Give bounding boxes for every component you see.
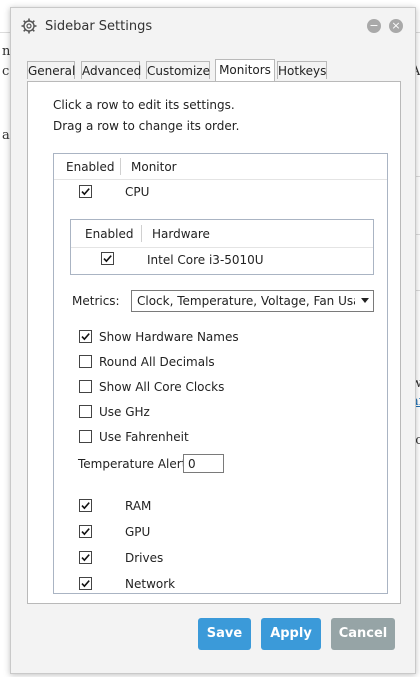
list-header: Enabled Monitor — [54, 154, 387, 180]
chevron-down-icon — [361, 298, 369, 303]
gpu-label: GPU — [125, 525, 151, 539]
option-label: Use GHz — [99, 405, 150, 419]
drives-label: Drives — [125, 551, 164, 565]
gear-icon — [21, 18, 37, 34]
monitor-list: Enabled Monitor CPU Enabled Hardware Int… — [53, 153, 388, 594]
ram-enabled-checkbox[interactable] — [79, 499, 92, 512]
tab-general[interactable]: General — [27, 61, 75, 79]
show-hardware-names-checkbox[interactable] — [79, 330, 92, 343]
hardware-table: Enabled Hardware Intel Core i3-5010U — [70, 219, 374, 275]
hardware-enabled-checkbox[interactable] — [101, 252, 114, 265]
minimize-button[interactable]: − — [367, 19, 381, 33]
column-separator — [141, 225, 142, 242]
dialog-title: Sidebar Settings — [45, 19, 153, 34]
use-ghz-checkbox[interactable] — [79, 405, 92, 418]
save-button[interactable]: Save — [198, 618, 251, 650]
metrics-dropdown[interactable]: Clock, Temperature, Voltage, Fan Usage, … — [131, 290, 374, 312]
network-label: Network — [125, 577, 176, 591]
option-label: Show Hardware Names — [99, 330, 239, 344]
option-label: Show All Core Clocks — [99, 380, 225, 394]
cpu-label: CPU — [125, 185, 150, 199]
temperature-alert-label: Temperature Alert — [78, 457, 187, 471]
option-label: Round All Decimals — [99, 355, 215, 369]
round-all-decimals-checkbox[interactable] — [79, 355, 92, 368]
bg-text: a — [2, 128, 10, 143]
cpu-enabled-checkbox[interactable] — [79, 185, 92, 198]
column-separator — [120, 158, 121, 175]
checkmark-icon — [81, 580, 90, 588]
drives-enabled-checkbox[interactable] — [79, 551, 92, 564]
tab-monitors[interactable]: Monitors — [215, 59, 275, 81]
checkmark-icon — [81, 188, 90, 196]
metrics-label: Metrics: — [72, 294, 120, 308]
use-fahrenheit-checkbox[interactable] — [79, 430, 92, 443]
temperature-alert-input[interactable]: 0 — [183, 454, 224, 473]
metrics-value: Clock, Temperature, Voltage, Fan Usage, … — [137, 294, 355, 308]
tab-customize[interactable]: Customize — [146, 61, 210, 79]
checkmark-icon — [81, 528, 90, 536]
checkmark-icon — [81, 502, 90, 510]
title-bar[interactable]: Sidebar Settings − × — [11, 8, 415, 42]
cancel-button[interactable]: Cancel — [331, 618, 395, 650]
apply-button[interactable]: Apply — [261, 618, 321, 650]
monitors-panel: Click a row to edit its settings. Drag a… — [27, 81, 401, 604]
close-button[interactable]: × — [389, 19, 403, 33]
column-enabled[interactable]: Enabled — [66, 160, 115, 174]
hint-edit: Click a row to edit its settings. — [53, 98, 235, 112]
hardware-name: Intel Core i3-5010U — [147, 253, 264, 267]
bg-text: c — [2, 64, 10, 79]
hint-order: Drag a row to change its order. — [53, 119, 240, 133]
hw-column-hardware[interactable]: Hardware — [152, 227, 210, 241]
checkmark-icon — [81, 554, 90, 562]
sidebar-settings-dialog: Sidebar Settings − × General Advanced Cu… — [10, 7, 416, 674]
hardware-header: Enabled Hardware — [71, 220, 373, 248]
option-label: Use Fahrenheit — [99, 430, 189, 444]
column-monitor[interactable]: Monitor — [131, 160, 177, 174]
checkmark-icon — [103, 255, 112, 263]
checkmark-icon — [81, 333, 90, 341]
network-enabled-checkbox[interactable] — [79, 577, 92, 590]
ram-label: RAM — [125, 499, 152, 513]
show-all-core-clocks-checkbox[interactable] — [79, 380, 92, 393]
tab-advanced[interactable]: Advanced — [81, 61, 141, 79]
gpu-enabled-checkbox[interactable] — [79, 525, 92, 538]
hw-column-enabled[interactable]: Enabled — [85, 227, 134, 241]
tab-hotkeys[interactable]: Hotkeys — [277, 61, 327, 79]
